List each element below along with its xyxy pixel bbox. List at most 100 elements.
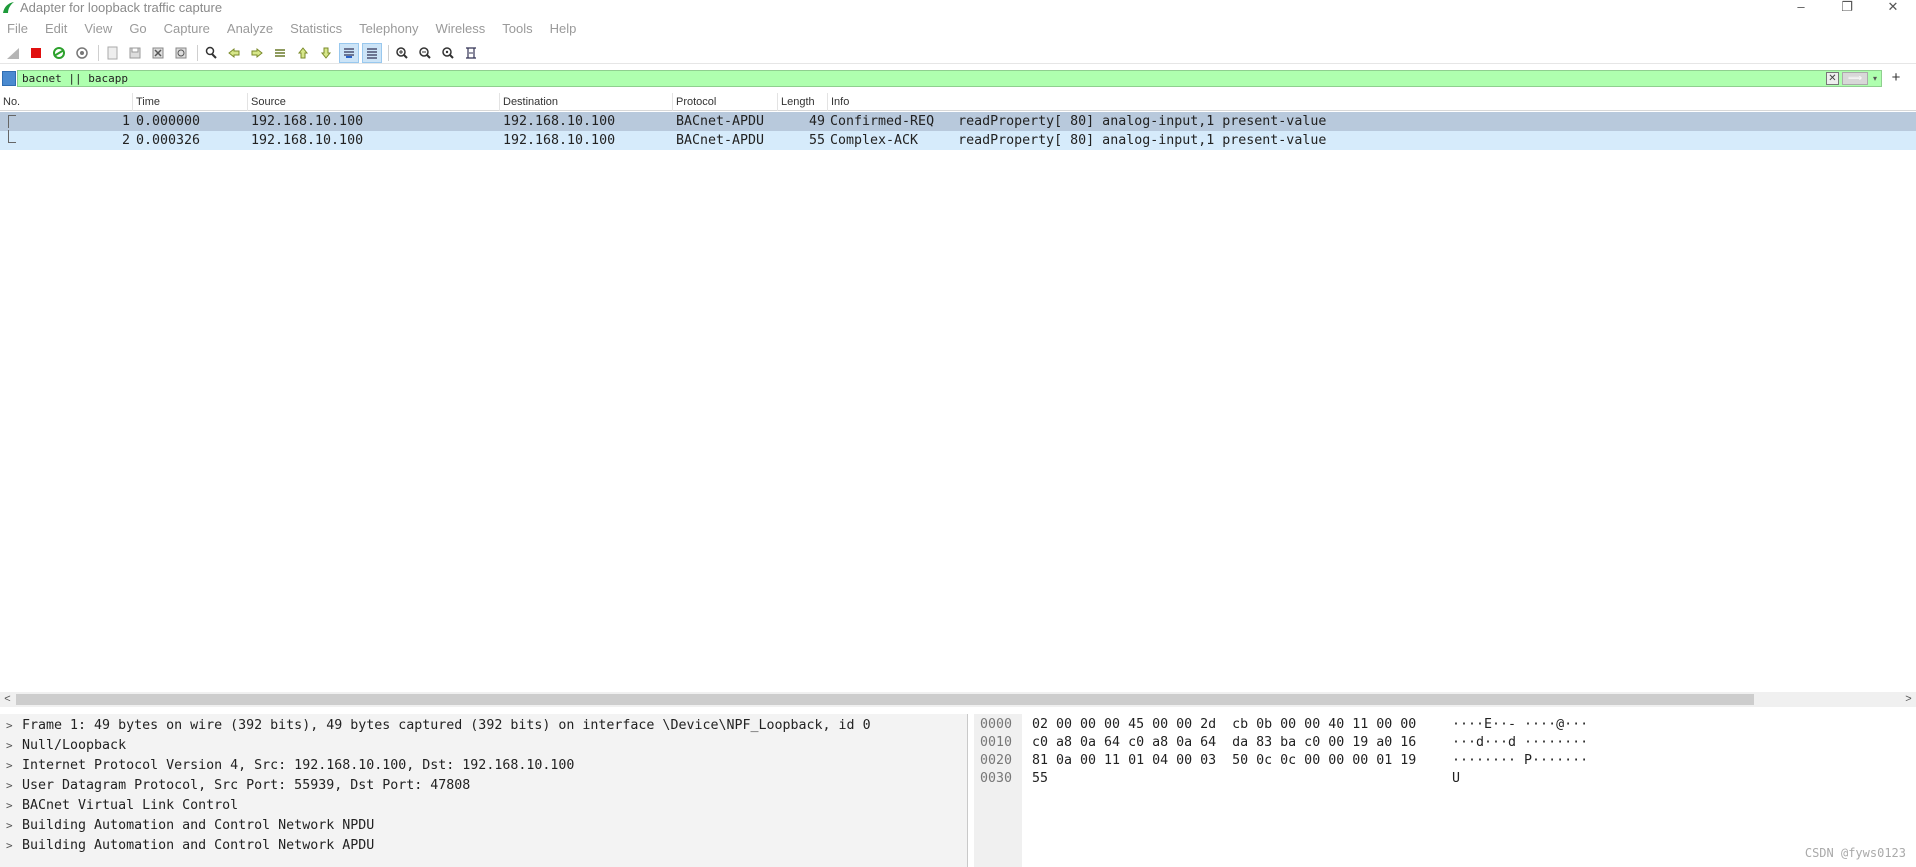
chevron-right-icon[interactable]: > <box>6 756 13 776</box>
menu-help[interactable]: Help <box>550 18 577 40</box>
zoom-in-icon[interactable] <box>392 43 412 63</box>
watermark: CSDN @fyws0123 <box>1804 846 1906 860</box>
main-toolbar <box>0 42 1916 64</box>
byte-offset: 0020 <box>980 753 1013 768</box>
packet-row[interactable]: 2 0.000326 192.168.10.100 192.168.10.100… <box>0 130 1916 150</box>
column-header-destination[interactable]: Destination <box>500 93 673 111</box>
column-header-info[interactable]: Info <box>828 93 1916 111</box>
tree-item-npdu[interactable]: > Building Automation and Control Network… <box>0 816 968 836</box>
column-header-time[interactable]: Time <box>133 93 248 111</box>
byte-hex[interactable]: 55 <box>1032 770 1048 788</box>
close-file-icon[interactable] <box>148 43 168 63</box>
tree-item-apdu[interactable]: > Building Automation and Control Network… <box>0 836 968 856</box>
display-filter-input[interactable]: bacnet || bacapp <box>17 70 1882 87</box>
add-filter-button[interactable]: + <box>1888 70 1904 87</box>
menu-edit[interactable]: Edit <box>45 18 67 40</box>
go-to-packet-icon[interactable] <box>270 43 290 63</box>
restore-button[interactable]: ❐ <box>1824 0 1870 15</box>
capture-options-icon[interactable] <box>72 43 92 63</box>
go-first-icon[interactable] <box>293 43 313 63</box>
tree-item-null-loopback[interactable]: > Null/Loopback <box>0 736 968 756</box>
menu-wireless[interactable]: Wireless <box>435 18 485 40</box>
packet-destination: 192.168.10.100 <box>503 114 616 129</box>
filter-bookmark-icon[interactable] <box>2 71 16 86</box>
go-last-icon[interactable] <box>316 43 336 63</box>
packet-source: 192.168.10.100 <box>251 114 364 129</box>
menu-analyze[interactable]: Analyze <box>227 18 273 40</box>
menu-capture[interactable]: Capture <box>164 18 210 40</box>
byte-hex[interactable]: 02 00 00 00 45 00 00 2d cb 0b 00 00 40 1… <box>1032 716 1416 734</box>
menu-file[interactable]: File <box>7 18 28 40</box>
packet-list-header: No. Time Source Destination Protocol Len… <box>0 93 1916 111</box>
byte-ascii[interactable]: ···d···d ········ <box>1452 734 1588 752</box>
menu-view[interactable]: View <box>84 18 112 40</box>
byte-ascii[interactable]: ········ P······· <box>1452 752 1588 770</box>
title-bar: Adapter for loopback traffic capture – ❐… <box>0 0 1916 15</box>
menu-go[interactable]: Go <box>129 18 146 40</box>
packet-length: 49 <box>808 114 825 129</box>
packet-row[interactable]: 1 0.000000 192.168.10.100 192.168.10.100… <box>0 112 1916 131</box>
packet-bytes-pane: 0000 02 00 00 00 45 00 00 2d cb 0b 00 00… <box>974 714 1916 867</box>
tree-item-udp[interactable]: > User Datagram Protocol, Src Port: 55939… <box>0 776 968 796</box>
toolbar-separator <box>388 44 389 61</box>
zoom-normal-icon[interactable] <box>438 43 458 63</box>
find-packet-icon[interactable] <box>201 43 221 63</box>
scroll-right-icon[interactable]: > <box>1901 692 1916 707</box>
clear-filter-icon[interactable]: ✕ <box>1826 72 1839 85</box>
menu-tools[interactable]: Tools <box>502 18 532 40</box>
chevron-right-icon[interactable]: > <box>6 736 13 756</box>
chevron-right-icon[interactable]: > <box>6 816 13 836</box>
save-file-icon[interactable] <box>125 43 145 63</box>
open-file-icon[interactable] <box>102 43 122 63</box>
packet-list-hscrollbar[interactable]: < > <box>0 692 1916 707</box>
chevron-right-icon[interactable]: > <box>6 836 13 856</box>
packet-no: 2 <box>121 133 130 148</box>
column-header-length[interactable]: Length <box>778 93 828 111</box>
reload-file-icon[interactable] <box>171 43 191 63</box>
packet-protocol: BACnet-APDU <box>676 114 765 129</box>
resize-columns-icon[interactable] <box>461 43 481 63</box>
go-back-icon[interactable] <box>224 43 244 63</box>
column-header-source[interactable]: Source <box>248 93 500 111</box>
wireshark-logo-icon <box>3 2 14 13</box>
filter-history-dropdown[interactable]: ▾ <box>1869 72 1881 85</box>
minimize-button[interactable]: – <box>1778 0 1824 15</box>
tree-item-ipv4[interactable]: > Internet Protocol Version 4, Src: 192.1… <box>0 756 968 776</box>
restart-capture-icon[interactable] <box>49 43 69 63</box>
close-button[interactable]: ✕ <box>1870 0 1916 15</box>
scrollbar-thumb[interactable] <box>16 694 1754 705</box>
byte-hex[interactable]: c0 a8 0a 64 c0 a8 0a 64 da 83 ba c0 00 1… <box>1032 734 1416 752</box>
scroll-left-icon[interactable]: < <box>0 692 15 707</box>
menu-statistics[interactable]: Statistics <box>290 18 342 40</box>
tree-item-bvlc[interactable]: > BACnet Virtual Link Control <box>0 796 968 816</box>
byte-ascii[interactable]: U <box>1452 770 1460 788</box>
tree-item-frame[interactable]: > Frame 1: 49 bytes on wire (392 bits), 4… <box>0 716 968 736</box>
packet-time: 0.000326 <box>136 133 201 148</box>
packet-protocol: BACnet-APDU <box>676 133 765 148</box>
go-forward-icon[interactable] <box>247 43 267 63</box>
menu-telephony[interactable]: Telephony <box>359 18 418 40</box>
chevron-right-icon[interactable]: > <box>6 796 13 816</box>
byte-hex[interactable]: 81 0a 00 11 01 04 00 03 50 0c 0c 00 00 0… <box>1032 752 1416 770</box>
packet-details-pane: > Frame 1: 49 bytes on wire (392 bits), 4… <box>0 714 968 867</box>
stop-capture-icon[interactable] <box>26 43 46 63</box>
column-header-protocol[interactable]: Protocol <box>673 93 778 111</box>
toolbar-separator <box>197 44 198 61</box>
packet-source: 192.168.10.100 <box>251 133 364 148</box>
window-title: Adapter for loopback traffic capture <box>20 0 223 15</box>
byte-ascii[interactable]: ····E··- ····@··· <box>1452 716 1588 734</box>
column-header-no[interactable]: No. <box>0 93 133 111</box>
packet-no: 1 <box>121 114 130 129</box>
menu-bar: File Edit View Go Capture Analyze Statis… <box>0 18 1916 40</box>
byte-offset: 0030 <box>980 771 1013 786</box>
autoscroll-icon[interactable] <box>339 42 359 63</box>
toolbar-separator <box>98 44 99 61</box>
apply-filter-button[interactable]: ⟹ <box>1842 72 1868 85</box>
chevron-right-icon[interactable]: > <box>6 716 13 736</box>
chevron-right-icon[interactable]: > <box>6 776 13 796</box>
packet-time: 0.000000 <box>136 114 201 129</box>
shark-fin-start-icon[interactable] <box>3 43 23 63</box>
colorize-icon[interactable] <box>362 42 382 63</box>
zoom-out-icon[interactable] <box>415 43 435 63</box>
packet-destination: 192.168.10.100 <box>503 133 616 148</box>
